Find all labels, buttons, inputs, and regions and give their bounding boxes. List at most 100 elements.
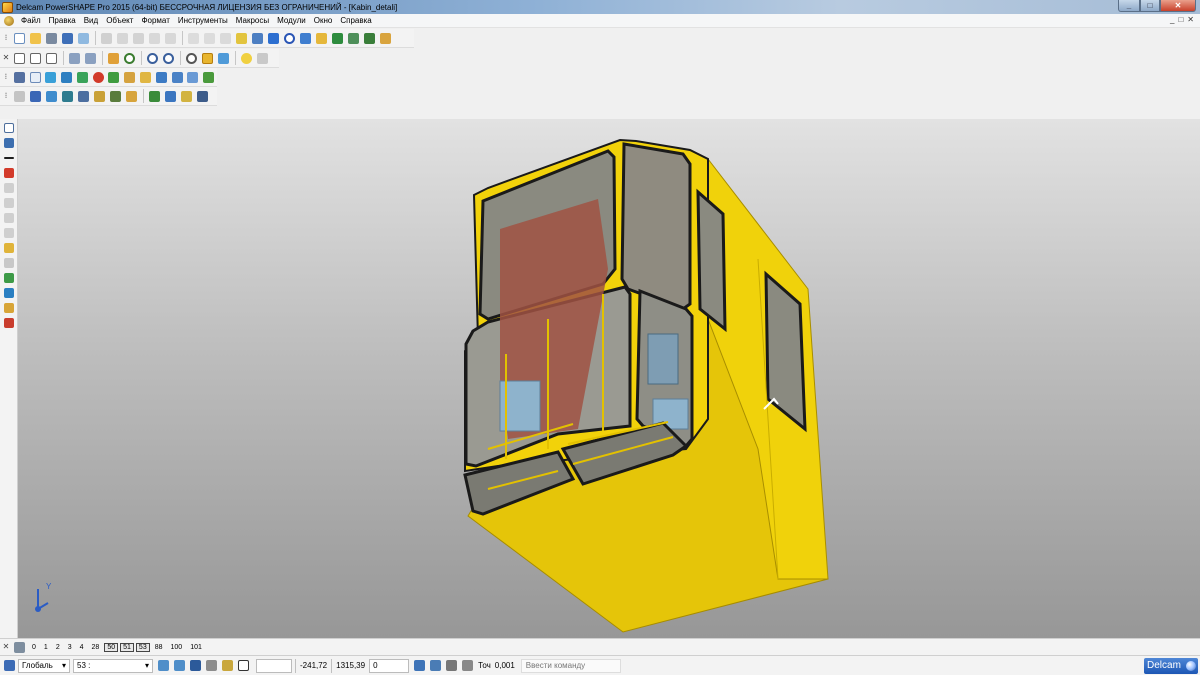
zoom-icon[interactable] [122,51,137,66]
tools-icon[interactable] [378,31,393,46]
minimize-button[interactable]: _ [1118,0,1140,12]
menu-modules[interactable]: Модули [273,16,310,25]
boolean-icon[interactable] [108,89,123,104]
document-icon[interactable] [4,15,14,26]
cut-solid-icon[interactable] [195,89,210,104]
pattern-icon[interactable] [124,89,139,104]
light-icon[interactable] [239,51,254,66]
graphics-viewport[interactable]: Y [18,119,1200,638]
circle-icon[interactable] [282,31,297,46]
snap5-icon[interactable] [220,658,235,673]
measure-icon[interactable] [234,31,249,46]
selection-filter-icon[interactable] [2,136,16,149]
view-side-icon[interactable] [44,51,59,66]
level-0[interactable]: 0 [32,644,36,651]
print-icon[interactable] [44,31,59,46]
view-top-icon[interactable] [12,51,27,66]
menu-object[interactable]: Объект [102,16,137,25]
menu-format[interactable]: Формат [137,16,173,25]
view-iso-icon[interactable] [67,51,82,66]
toolbar-grip[interactable]: ⁝ [2,70,10,84]
solid-box-icon[interactable] [12,89,27,104]
redo-icon[interactable] [202,31,217,46]
save-icon[interactable] [60,31,75,46]
doc-minimize-button[interactable]: _ [1170,15,1174,24]
level-select[interactable]: 53 : ▾ [73,658,153,673]
point-icon[interactable] [43,70,58,85]
turn-icon[interactable] [201,70,216,85]
view-iso2-icon[interactable] [83,51,98,66]
level-50[interactable]: 50 [104,642,119,652]
surface-icon[interactable] [314,31,329,46]
mesh-icon[interactable] [362,31,377,46]
axis-icon[interactable] [28,89,43,104]
analysis-icon[interactable] [2,301,16,314]
menu-macros[interactable]: Макросы [232,16,273,25]
levels-grip[interactable]: ✕ [2,640,10,654]
edit-icon[interactable] [147,31,162,46]
level-4[interactable]: 4 [80,644,84,651]
zoom-all-icon[interactable] [184,51,199,66]
line-tool-icon[interactable] [2,151,16,164]
pan-icon[interactable] [106,51,121,66]
zoom-out-icon[interactable] [161,51,176,66]
mesh-tool-icon[interactable] [2,256,16,269]
level-51[interactable]: 51 [120,642,134,652]
solid-icon[interactable] [330,31,345,46]
select-icon[interactable] [2,121,16,134]
preview-icon[interactable] [76,31,91,46]
calc-icon[interactable] [170,70,185,85]
snap2-icon[interactable] [172,658,187,673]
doc-icon[interactable] [28,70,43,85]
menu-edit[interactable]: Правка [45,16,80,25]
text-icon[interactable] [218,31,233,46]
snap4-icon[interactable] [204,658,219,673]
undo-icon[interactable] [186,31,201,46]
workplane-status-icon[interactable] [2,658,17,673]
command-input[interactable]: Ввести команду [520,658,621,673]
cut-icon[interactable] [99,31,114,46]
solid-feature-icon[interactable] [60,89,75,104]
solid-tool-icon[interactable] [2,226,16,239]
menu-view[interactable]: Вид [80,16,102,25]
revolve-icon[interactable] [92,89,107,104]
calculator-icon[interactable] [412,658,427,673]
draft-icon[interactable] [163,89,178,104]
level-100[interactable]: 100 [171,644,183,651]
open-file-icon[interactable] [28,31,43,46]
level-88[interactable]: 88 [155,644,163,651]
menu-file[interactable]: Файл [17,16,45,25]
level-53[interactable]: 53 [135,642,150,652]
curve-icon[interactable] [298,31,313,46]
toolbar-grip[interactable]: ⁝ [2,31,10,45]
workplane-select[interactable]: Глобаль ▾ [18,658,70,673]
box-icon[interactable] [138,70,153,85]
snap-icon[interactable] [156,658,171,673]
menu-window[interactable]: Окно [310,16,337,25]
new-file-icon[interactable] [12,31,27,46]
coord-z-field[interactable]: 0 [369,658,410,673]
clamp-icon[interactable] [460,658,475,673]
shade-cube-icon[interactable] [44,89,59,104]
menu-tools[interactable]: Инструменты [174,16,232,25]
copy-icon[interactable] [115,31,130,46]
maximize-button[interactable]: □ [1140,0,1160,12]
level-28[interactable]: 28 [92,644,100,651]
toolbar-grip[interactable]: ✕ [2,51,10,65]
workplane-icon[interactable] [250,31,265,46]
level-3[interactable]: 3 [68,644,72,651]
curve-tool-icon[interactable] [2,196,16,209]
cone-icon[interactable] [107,70,122,85]
surface-tool-icon[interactable] [2,211,16,224]
morph-icon[interactable] [147,89,162,104]
levels-icon[interactable] [12,640,27,655]
shell-icon[interactable] [59,70,74,85]
warning-icon[interactable] [2,166,16,179]
view-front-icon[interactable] [28,51,43,66]
toolbar-grip[interactable]: ⁝ [2,89,10,103]
grid-icon[interactable] [185,70,200,85]
list-icon[interactable] [12,70,27,85]
assembly-icon[interactable] [346,31,361,46]
arc-tool-icon[interactable] [2,181,16,194]
electrode-icon[interactable] [2,271,16,284]
